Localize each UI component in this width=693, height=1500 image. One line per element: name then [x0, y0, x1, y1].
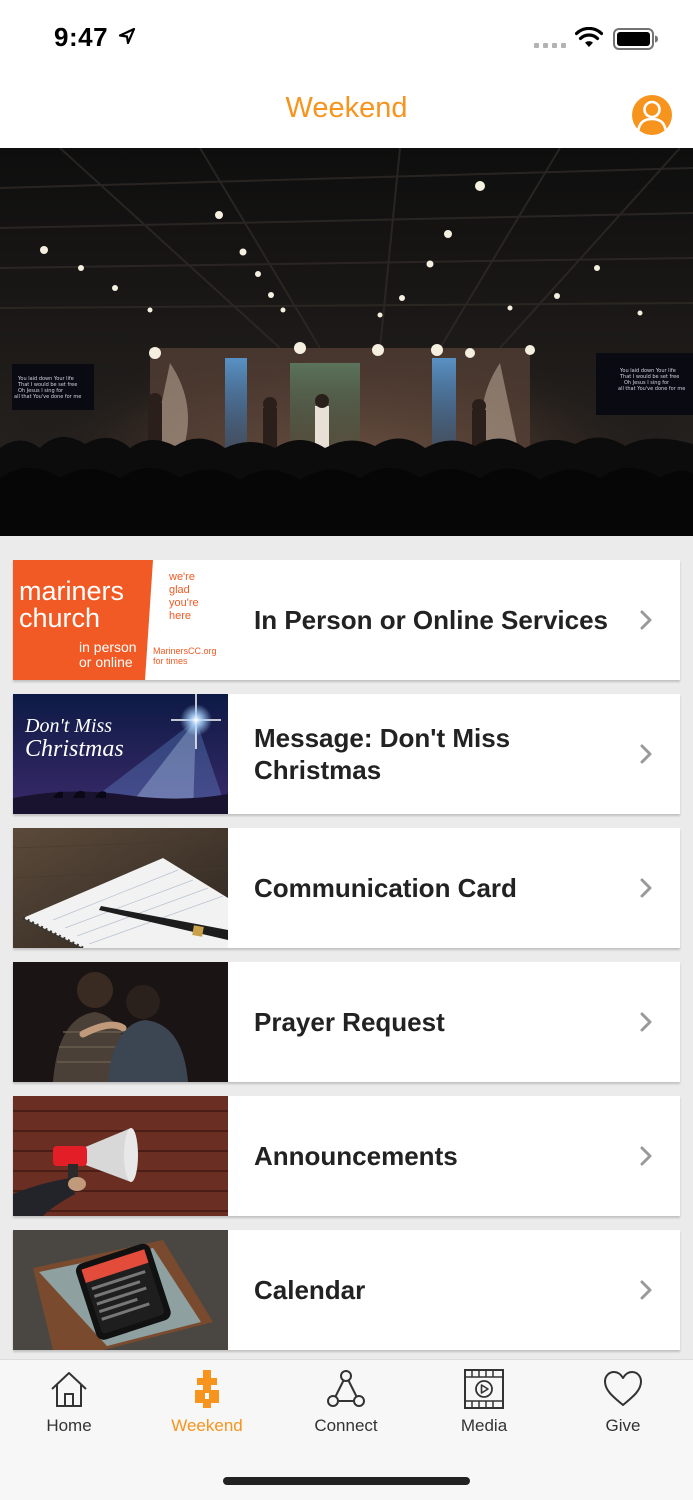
- thumb-brand-line-2: church: [19, 603, 100, 633]
- list-item-label: Announcements: [254, 1141, 458, 1171]
- chevron-right-icon: [640, 610, 652, 630]
- chevron-right-icon: [640, 1146, 652, 1166]
- weekend-list: mariners church in person or online we'r…: [0, 536, 693, 1359]
- chevron-right-icon: [640, 744, 652, 764]
- list-item-announcements[interactable]: Announcements: [13, 1096, 680, 1216]
- list-item-label: In Person or Online Services: [254, 605, 609, 635]
- chevron-right-icon: [640, 1012, 652, 1032]
- wifi-icon: [575, 27, 603, 47]
- list-item-calendar[interactable]: Calendar: [13, 1230, 680, 1350]
- tab-weekend[interactable]: Weekend: [138, 1368, 276, 1448]
- status-bar: 9:47: [0, 0, 693, 74]
- list-item-communication-card[interactable]: Communication Card: [13, 828, 680, 948]
- tab-media[interactable]: Media: [415, 1368, 553, 1448]
- thumb-site-note: for times: [153, 656, 188, 666]
- home-indicator[interactable]: [223, 1477, 470, 1485]
- house-icon: [51, 1372, 87, 1407]
- cellular-signal-icon: [534, 43, 566, 48]
- thumb-tagline-line-3: you're: [169, 597, 199, 609]
- prayer-thumbnail: [13, 962, 228, 1082]
- thumb-tagline-line-2: glad: [169, 584, 190, 596]
- list-item-label: Communication Card: [254, 873, 517, 903]
- tab-label: Media: [460, 1416, 508, 1435]
- thumb-subtitle-line-1: in person: [79, 639, 137, 655]
- message-thumbnail: Don't Miss Christmas: [13, 694, 228, 814]
- chevron-right-icon: [640, 1280, 652, 1300]
- profile-button[interactable]: [632, 95, 672, 135]
- list-item-label: Prayer Request: [254, 1007, 445, 1037]
- tab-home[interactable]: Home: [0, 1368, 138, 1448]
- services-thumbnail: mariners church in person or online we'r…: [13, 560, 228, 680]
- network-icon: [327, 1370, 365, 1407]
- phone-calendar-thumbnail: [13, 1230, 228, 1350]
- cross-icon: [195, 1370, 219, 1408]
- list-item-message[interactable]: Don't Miss Christmas Message: Don't Miss…: [13, 694, 680, 814]
- lyric-left-line-4: all that You've done for me: [14, 394, 81, 400]
- list-item-label: Calendar: [254, 1275, 366, 1305]
- film-play-icon: [464, 1369, 504, 1409]
- thumb-tagline-line-4: here: [169, 610, 191, 622]
- megaphone-thumbnail: [13, 1096, 228, 1216]
- heart-icon: [604, 1371, 642, 1406]
- thumb-site: MarinersCC.org: [153, 646, 217, 656]
- thumb-title-line-2: Christmas: [25, 736, 124, 762]
- tab-label: Connect: [314, 1416, 378, 1435]
- thumb-tagline-line-1: we're: [168, 571, 195, 583]
- page-title: Weekend: [285, 92, 408, 124]
- tab-label: Give: [605, 1416, 641, 1435]
- thumb-subtitle-line-2: or online: [79, 654, 133, 670]
- tab-give[interactable]: Give: [554, 1368, 692, 1448]
- list-item-services[interactable]: mariners church in person or online we'r…: [13, 560, 680, 680]
- tab-bar: Home Weekend Connect Media Give: [0, 1359, 693, 1500]
- location-arrow-icon: [118, 27, 136, 45]
- hero-image: You laid down Your life That I would be …: [0, 148, 693, 536]
- lyric-right-line-4: all that You've done for me: [618, 386, 685, 392]
- nav-bar: Weekend: [0, 74, 693, 148]
- tab-label: Home: [46, 1416, 92, 1435]
- notebook-pen-thumbnail: [13, 828, 228, 948]
- thumb-brand-line-1: mariners: [19, 576, 124, 606]
- battery-icon: [613, 28, 658, 50]
- list-item-label: Message: Don't Miss Christmas: [254, 723, 511, 785]
- tab-connect[interactable]: Connect: [277, 1368, 415, 1448]
- person-icon: [637, 100, 667, 131]
- chevron-right-icon: [640, 878, 652, 898]
- tab-label: Weekend: [171, 1416, 243, 1435]
- thumb-title-line-1: Don't Miss: [24, 715, 112, 737]
- list-item-prayer-request[interactable]: Prayer Request: [13, 962, 680, 1082]
- status-time: 9:47: [54, 22, 109, 52]
